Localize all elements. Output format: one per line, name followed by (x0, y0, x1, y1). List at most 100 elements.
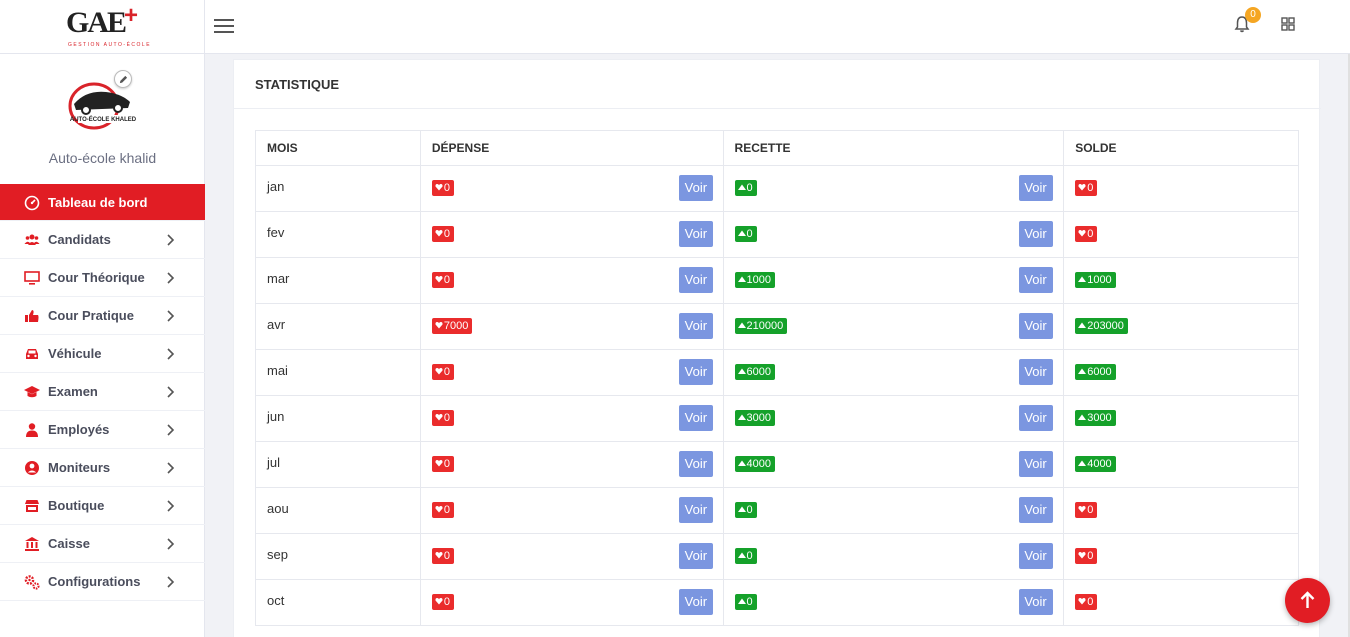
sidebar-item-examen[interactable]: Examen (0, 373, 205, 411)
recette-badge: 0 (734, 180, 757, 196)
heart-down-icon (435, 552, 443, 559)
depense-badge: 0 (431, 180, 454, 196)
recette-badge: 4000 (734, 456, 776, 472)
chevron-right-icon (167, 386, 175, 398)
month-label: oct (267, 593, 285, 608)
chevron-right-icon (167, 462, 175, 474)
app-logo[interactable]: GAE + GESTION AUTO-ÉCOLE (0, 0, 205, 54)
solde-badge: 6000 (1075, 364, 1116, 380)
cell-mois: aou (255, 487, 421, 534)
table-row: fev 0 Voir 0 Voir 0 (255, 211, 1299, 258)
recette-badge: 0 (734, 502, 757, 518)
heart-down-icon (1078, 552, 1086, 559)
voir-depense-button[interactable]: Voir (678, 313, 713, 339)
sidebar-item-candidats[interactable]: Candidats (0, 221, 205, 259)
caret-up-icon (737, 184, 746, 190)
voir-recette-button[interactable]: Voir (1018, 267, 1053, 293)
cell-depense: 0 Voir (419, 257, 724, 304)
cell-depense: 0 Voir (419, 533, 724, 580)
chevron-right-icon (167, 424, 175, 436)
sidebar-item-employes[interactable]: Employés (0, 411, 205, 449)
voir-recette-button[interactable]: Voir (1018, 589, 1053, 615)
recette-value: 1000 (746, 274, 772, 286)
card-title: STATISTIQUE (255, 77, 340, 92)
depense-value: 0 (443, 274, 450, 286)
chevron-right-icon (167, 272, 175, 284)
cell-mois: fev (255, 211, 421, 258)
voir-depense-button[interactable]: Voir (678, 497, 713, 523)
table-row: oct 0 Voir 0 Voir 0 (255, 579, 1299, 626)
voir-depense-button[interactable]: Voir (678, 589, 713, 615)
depense-value: 0 (443, 596, 450, 608)
menu-toggle-icon[interactable] (214, 16, 234, 36)
scroll-to-top-button[interactable] (1285, 578, 1330, 623)
depense-value: 0 (443, 182, 450, 194)
voir-recette-button[interactable]: Voir (1018, 221, 1053, 247)
voir-recette-button[interactable]: Voir (1018, 543, 1053, 569)
sidebar-item-boutique[interactable]: Boutique (0, 487, 205, 525)
voir-depense-button[interactable]: Voir (678, 451, 713, 477)
voir-depense-button[interactable]: Voir (678, 543, 713, 569)
voir-depense-button[interactable]: Voir (678, 175, 713, 201)
cell-depense: 0 Voir (419, 395, 724, 442)
chevron-right-icon (167, 234, 175, 246)
sidebar-item-moniteurs[interactable]: Moniteurs (0, 449, 205, 487)
cell-recette: 0 Voir (722, 211, 1065, 258)
logo-text: GAE (66, 6, 127, 39)
voir-depense-button[interactable]: Voir (678, 221, 713, 247)
cell-depense: 0 Voir (419, 349, 724, 396)
heart-down-icon (435, 460, 443, 467)
chevron-right-icon (167, 348, 175, 360)
table-row: jul 0 Voir 4000 Voir 4000 (255, 441, 1299, 488)
depense-value: 0 (443, 504, 450, 516)
sidebar-item-cour-pratique[interactable]: Cour Pratique (0, 297, 205, 335)
solde-badge: 4000 (1075, 456, 1116, 472)
caret-up-icon (1078, 414, 1087, 420)
depense-value: 0 (443, 228, 450, 240)
sidebar-item-vehicule[interactable]: Véhicule (0, 335, 205, 373)
thumbs-up-icon (25, 310, 39, 322)
voir-recette-button[interactable]: Voir (1018, 405, 1053, 431)
month-label: sep (267, 547, 288, 562)
depense-badge: 0 (431, 272, 454, 288)
voir-depense-button[interactable]: Voir (678, 405, 713, 431)
voir-depense-button[interactable]: Voir (678, 267, 713, 293)
sidebar-item-caisse[interactable]: Caisse (0, 525, 205, 563)
stats-table-body: jan 0 Voir 0 Voir 0 fev 0 Voir 0 Voir 0 mar 0 Voir 1000… (255, 165, 1299, 626)
heart-down-icon (1078, 598, 1086, 605)
recette-value: 0 (746, 504, 753, 516)
apps-grid-icon[interactable] (1280, 16, 1296, 32)
depense-badge: 0 (431, 456, 454, 472)
sidebar-item-cour-theorique[interactable]: Cour Théorique (0, 259, 205, 297)
bank-icon (25, 537, 39, 551)
sidebar: AUTO-ÉCOLE KHALED Auto-école khalid Tabl… (0, 54, 205, 637)
caret-up-icon (737, 460, 746, 466)
month-label: fev (267, 225, 285, 240)
sidebar-item-tableau-de-bord[interactable]: Tableau de bord (0, 184, 205, 221)
sidebar-item-label: Véhicule (48, 346, 102, 361)
edit-profile-button[interactable] (114, 70, 132, 88)
cell-recette: 0 Voir (722, 579, 1065, 626)
table-row: mar 0 Voir 1000 Voir 1000 (255, 257, 1299, 304)
voir-recette-button[interactable]: Voir (1018, 359, 1053, 385)
heart-down-icon (435, 322, 443, 329)
cell-depense: 0 Voir (419, 579, 724, 626)
table-row: sep 0 Voir 0 Voir 0 (255, 533, 1299, 580)
table-header-row: MOIS DÉPENSE RECETTE SOLDE (255, 130, 1299, 166)
voir-recette-button[interactable]: Voir (1018, 175, 1053, 201)
depense-badge: 0 (431, 548, 454, 564)
solde-value: 3000 (1087, 412, 1112, 424)
voir-recette-button[interactable]: Voir (1018, 451, 1053, 477)
cell-mois: mar (255, 257, 421, 304)
voir-depense-button[interactable]: Voir (678, 359, 713, 385)
heart-down-icon (435, 414, 443, 421)
cell-recette: 210000 Voir (722, 303, 1065, 350)
depense-value: 7000 (443, 320, 469, 332)
sidebar-item-configurations[interactable]: Configurations (0, 563, 205, 601)
depense-badge: 0 (431, 594, 454, 610)
cell-recette: 0 Voir (722, 165, 1065, 212)
voir-recette-button[interactable]: Voir (1018, 313, 1053, 339)
voir-recette-button[interactable]: Voir (1018, 497, 1053, 523)
solde-value: 0 (1087, 504, 1094, 516)
chevron-right-icon (167, 576, 175, 588)
